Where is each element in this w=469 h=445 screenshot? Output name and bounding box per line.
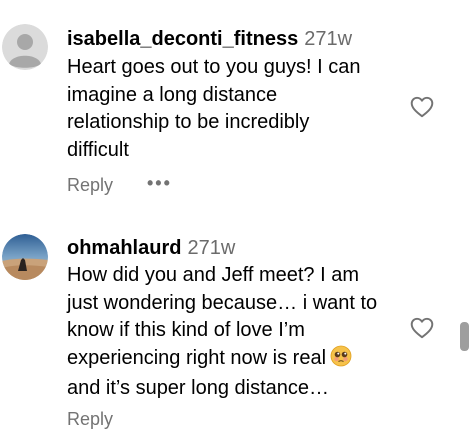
comment-username[interactable]: ohmahlaurd	[67, 237, 181, 259]
comment-text-line: experiencing right now is real	[67, 346, 327, 369]
comment-text-line: Heart goes out to you guys! I can	[67, 56, 361, 78]
comment-text-line: know if this kind of love I’m	[67, 319, 305, 341]
comment-item: isabella_deconti_fitness 271w Heart goes …	[0, 0, 469, 210]
scrollbar-thumb[interactable]	[460, 322, 469, 351]
comment-text-line: relationship to be incredibly	[67, 111, 310, 133]
comment-item: ohmahlaurd 271w How did you and Jeff meet…	[0, 228, 469, 445]
comment-text-line: just wondering because… i want to	[67, 291, 378, 314]
comment-text-line: difficult	[67, 138, 129, 161]
pleading-face-emoji	[330, 345, 352, 376]
default-avatar-icon[interactable]	[2, 24, 48, 70]
comment-header: isabella_deconti_fitness 271w	[67, 27, 352, 51]
comment-text-line: How did you and Jeff meet? I am	[67, 264, 360, 286]
reply-button[interactable]: Reply	[67, 175, 113, 196]
heart-outline-icon[interactable]	[409, 315, 435, 341]
comment-text-line: imagine a long distance	[67, 83, 278, 106]
desert-photo-avatar[interactable]	[2, 234, 48, 280]
comment-text: How did you and Jeff meet? I am just won…	[67, 262, 377, 403]
comment-username[interactable]: isabella_deconti_fitness	[67, 28, 298, 50]
comment-header: ohmahlaurd 271w	[67, 236, 235, 260]
comment-text-line: and it’s super long distance…	[67, 377, 330, 399]
comment-timestamp: 271w	[304, 28, 353, 50]
comment-text-line-with-emoji: experiencing right now is real	[67, 345, 377, 376]
comment-text: Heart goes out to you guys! I can imagin…	[67, 54, 361, 164]
heart-outline-icon[interactable]	[409, 94, 435, 120]
comment-timestamp: 271w	[187, 237, 236, 259]
more-options-icon[interactable]: •••	[147, 173, 172, 194]
reply-button[interactable]: Reply	[67, 409, 113, 430]
